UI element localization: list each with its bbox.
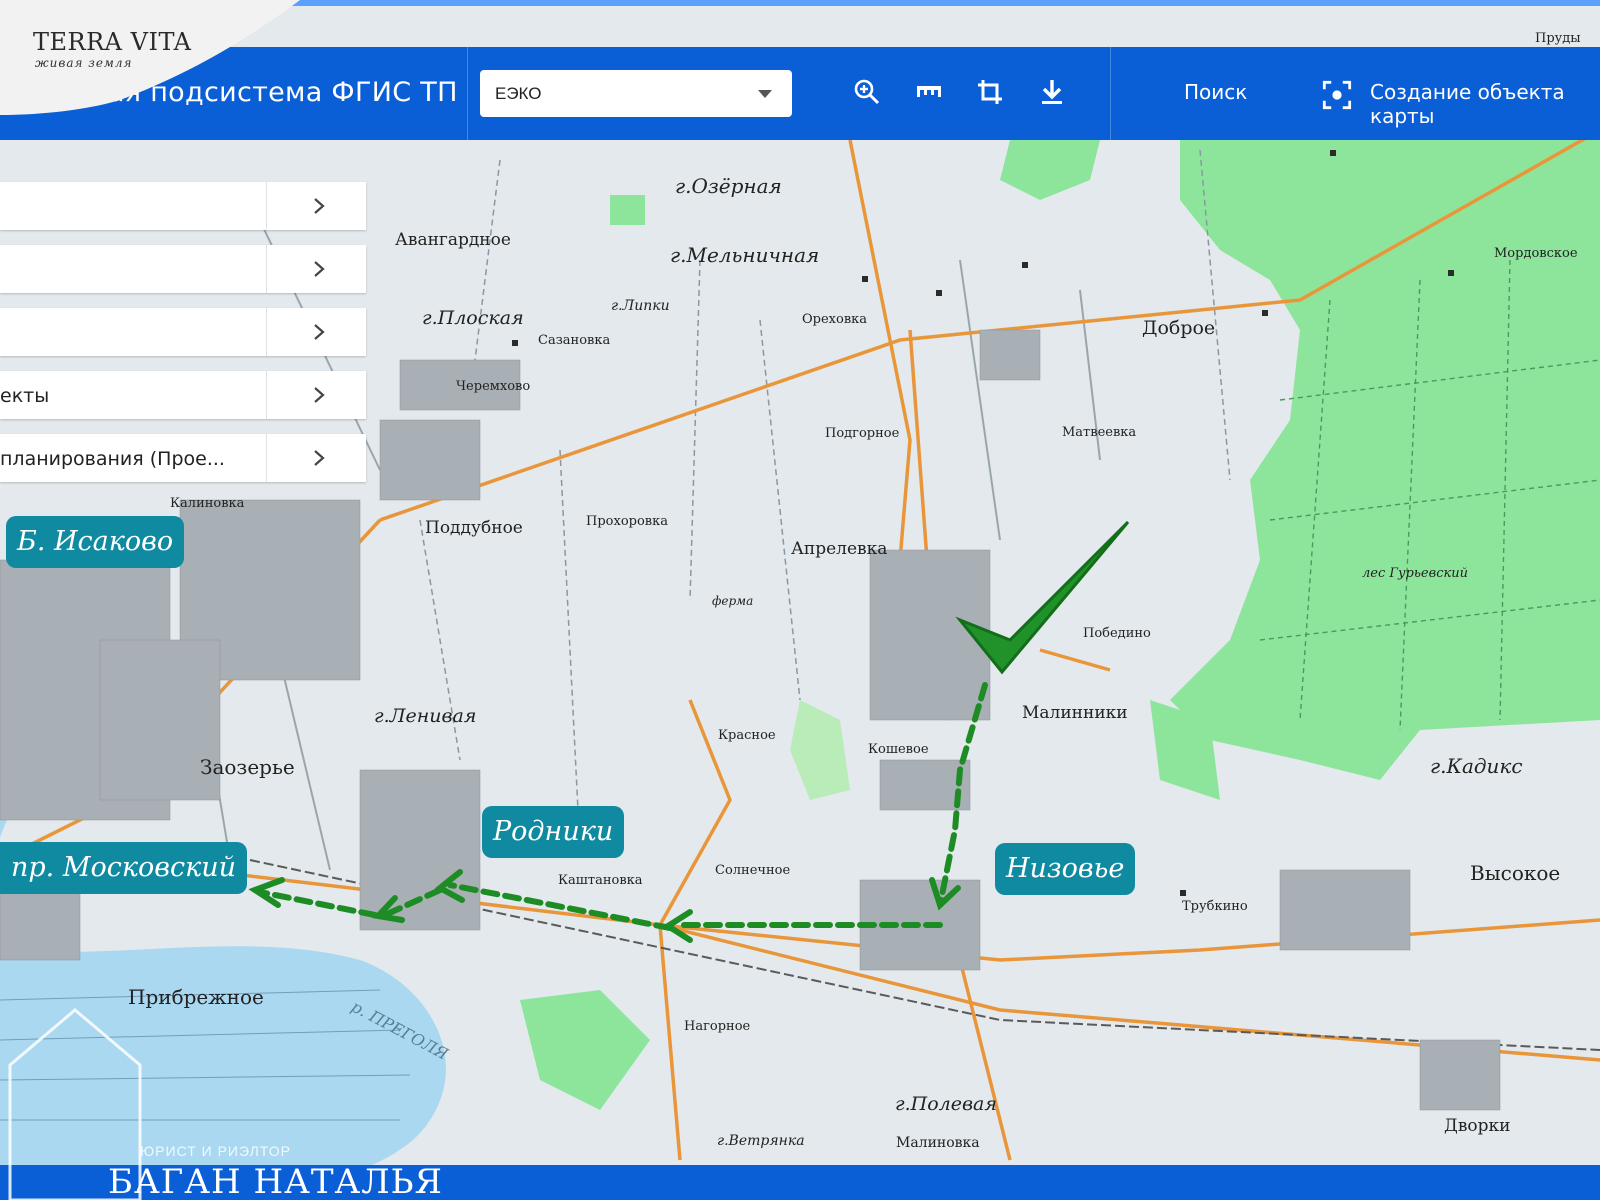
callout-nizovye: Низовье xyxy=(995,843,1136,895)
callout-moskovsky: пр. Московский xyxy=(0,842,247,894)
label-les-guryevsky: лес Гурьевский xyxy=(1362,566,1468,581)
chevron-right-icon xyxy=(314,198,325,214)
label-koshevoe: Кошевое xyxy=(868,742,929,757)
download-icon[interactable] xyxy=(1037,77,1067,107)
label-zaozerye: Заозерье xyxy=(200,755,295,779)
chevron-right-icon xyxy=(314,261,325,277)
menu-divider xyxy=(266,308,267,356)
focus-icon[interactable] xyxy=(1322,80,1352,110)
callout-rodniki: Родники xyxy=(482,806,625,858)
crop-icon[interactable] xyxy=(975,77,1005,107)
label-avangardnoe: Авангардное xyxy=(395,230,511,250)
logo-name: TERRA VITA xyxy=(33,28,192,56)
label-nagornoe: Нагорное xyxy=(684,1019,751,1034)
label-sazanovka: Сазановка xyxy=(538,333,610,348)
menu-divider xyxy=(266,245,267,293)
menu-divider xyxy=(266,434,267,482)
callout-isakovo: Б. Исаково xyxy=(6,516,185,568)
label-lipki: г.Липки xyxy=(611,298,670,314)
label-orekhovka: Ореховка xyxy=(802,312,867,327)
label-polevaya: г.Полевая xyxy=(895,1093,997,1115)
label-ferma: ферма xyxy=(712,594,753,608)
label-krasnoe: Красное xyxy=(718,728,776,743)
label-dobroe: Доброе xyxy=(1142,317,1215,339)
chevron-right-icon xyxy=(314,450,325,466)
label-vetryanka: г.Ветрянка xyxy=(717,1133,805,1149)
menu-item[interactable] xyxy=(0,182,366,230)
layer-select[interactable]: ЕЭКО xyxy=(480,70,792,117)
label-dvorki: Дворки xyxy=(1444,1116,1510,1136)
layer-select-value: ЕЭКО xyxy=(495,84,542,103)
logo-tagline: живая земля xyxy=(35,56,133,70)
label-ploskaya: г.Плоская xyxy=(422,307,524,329)
menu-item-label: екты xyxy=(0,385,50,407)
label-malinniki: Малинники xyxy=(1022,703,1128,723)
menu-item[interactable] xyxy=(0,245,366,293)
label-aprelevka: Апрелевка xyxy=(791,539,887,559)
label-trubkino: Трубкино xyxy=(1182,899,1248,914)
forest-area xyxy=(610,195,645,225)
chevron-right-icon xyxy=(314,324,325,340)
search-link[interactable]: Поиск xyxy=(1184,80,1247,104)
topographic-map[interactable]: г.Озёрная г.Мельничная Авангардное г.Пло… xyxy=(0,0,1600,1200)
label-podgornoe: Подгорное xyxy=(825,426,900,441)
create-map-object-link[interactable]: Создание объекта карты xyxy=(1370,80,1600,128)
label-solnechnoe: Солнечное xyxy=(715,863,790,878)
label-matveevka: Матвеевка xyxy=(1062,425,1136,440)
header-divider xyxy=(467,47,468,140)
label-malinovka: Малиновка xyxy=(896,1135,980,1151)
chevron-right-icon xyxy=(314,387,325,403)
label-melnichnaya: г.Мельничная xyxy=(670,243,819,267)
label-kadiks: г.Кадикс xyxy=(1430,754,1523,778)
label-cheremkhovo: Черемхово xyxy=(456,379,530,394)
label-prokhorovka: Прохоровка xyxy=(586,514,668,529)
label-lenivaya: г.Ленивая xyxy=(374,705,476,727)
menu-divider xyxy=(266,371,267,419)
menu-item[interactable]: планирования (Прое... xyxy=(0,434,366,482)
ruler-icon[interactable] xyxy=(914,77,944,107)
label-ozernaya: г.Озёрная xyxy=(675,174,782,198)
label-mordovskoe: Мордовское xyxy=(1494,246,1578,261)
zoom-in-icon[interactable] xyxy=(852,77,882,107)
menu-item[interactable]: екты xyxy=(0,371,366,419)
chevron-down-icon xyxy=(758,90,772,98)
menu-divider xyxy=(266,182,267,230)
layers-menu: екты планирования (Прое... xyxy=(0,182,366,497)
watermark-name: БАГАН НАТАЛЬЯ xyxy=(108,1162,444,1200)
header-divider xyxy=(1110,47,1111,140)
label-vysokoe: Высокое xyxy=(1470,861,1560,885)
label-poddubnoe: Поддубное xyxy=(425,518,523,538)
label-pobedino: Победино xyxy=(1083,626,1151,641)
menu-item-label: планирования (Прое... xyxy=(0,448,225,470)
menu-item[interactable] xyxy=(0,308,366,356)
watermark-role: ЮРИСТ И РИЭЛТОР xyxy=(140,1143,291,1159)
label-kashtanovka: Каштановка xyxy=(558,873,643,888)
label-kalinovka: Калиновка xyxy=(170,496,245,511)
label-prudy: Пруды xyxy=(1535,31,1581,46)
